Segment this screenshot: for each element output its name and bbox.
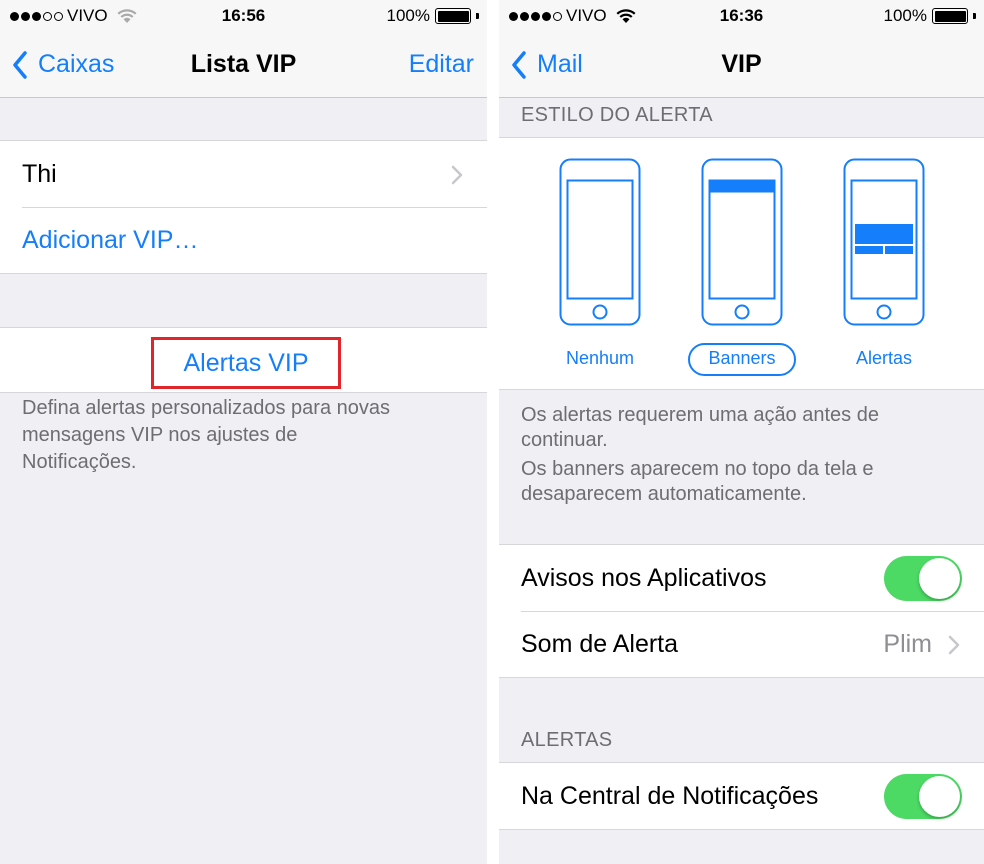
settings-group: Avisos nos Aplicativos Som de Alerta Pli… — [499, 544, 984, 678]
vip-list-screen: VIVO 16:56 100% Caixas Lista VIP Editar … — [0, 0, 487, 864]
chevron-right-icon — [948, 635, 960, 655]
battery-percent: 100% — [883, 6, 927, 25]
alert-style-alerts-icon[interactable] — [843, 158, 925, 326]
add-vip-button[interactable]: Adicionar VIP… — [0, 207, 487, 273]
alert-style-picker: Nenhum Banners Alertas — [499, 137, 984, 390]
notification-center-label: Na Central de Notificações — [521, 781, 819, 810]
note-line: continuar. — [521, 429, 608, 451]
screen-divider — [487, 0, 499, 864]
battery-indicator: 100% — [884, 6, 976, 26]
battery-icon — [435, 8, 471, 24]
page-title: VIP — [721, 50, 762, 78]
list-item[interactable]: Thi — [0, 141, 487, 207]
vip-contacts-group: Thi Adicionar VIP… — [0, 140, 487, 274]
edit-button[interactable]: Editar — [409, 50, 474, 79]
note-alerts: Os alertas requerem uma ação antes de co… — [521, 403, 972, 453]
notification-center-toggle[interactable] — [884, 774, 962, 819]
note-banners: Os banners aparecem no topo da tela e de… — [521, 457, 972, 507]
battery-percent: 100% — [386, 6, 430, 25]
status-bar: VIVO 16:56 100% — [0, 0, 487, 32]
alert-style-header: ESTILO DO ALERTA — [521, 104, 713, 126]
alert-sound-value: Plim — [883, 630, 932, 658]
battery-tip — [973, 13, 976, 19]
battery-indicator: 100% — [387, 6, 479, 26]
note-line: Os banners aparecem no topo da tela e — [521, 458, 874, 480]
alert-sound-label: Som de Alerta — [521, 629, 679, 658]
vip-alerts-footnote: Defina alertas personalizados para novas… — [22, 395, 475, 476]
notification-center-row: Na Central de Notificações — [499, 763, 984, 829]
note-line: desaparecem automaticamente. — [521, 483, 807, 505]
in-app-alerts-row: Avisos nos Aplicativos — [499, 545, 984, 611]
alert-sound-row[interactable]: Som de Alerta Plim — [499, 611, 984, 677]
battery-tip — [476, 13, 479, 19]
footnote-line: Notificações. — [22, 451, 137, 473]
notification-center-group: Na Central de Notificações — [499, 762, 984, 830]
battery-icon — [932, 8, 968, 24]
chevron-right-icon — [451, 165, 463, 185]
in-app-alerts-toggle[interactable] — [884, 556, 962, 601]
vip-alerts-label: Alertas VIP — [183, 348, 309, 377]
alert-style-banners-label[interactable]: Banners — [687, 348, 797, 369]
vip-alerts-button[interactable]: Alertas VIP — [151, 337, 341, 389]
alert-style-none-label[interactable]: Nenhum — [545, 348, 655, 369]
note-line: Os alertas requerem uma ação antes de — [521, 404, 879, 426]
add-vip-label: Adicionar VIP… — [22, 225, 199, 254]
navigation-bar: Caixas Lista VIP Editar — [0, 32, 487, 98]
alerts-section-header: ALERTAS — [521, 729, 613, 751]
vip-contact-name: Thi — [22, 159, 57, 188]
alert-style-banners-icon[interactable] — [701, 158, 783, 326]
footnote-line: Defina alertas personalizados para novas — [22, 397, 390, 419]
status-bar: VIVO 16:36 100% — [499, 0, 984, 32]
alert-style-alerts-label[interactable]: Alertas — [829, 348, 939, 369]
alert-style-none-icon[interactable] — [559, 158, 641, 326]
vip-settings-screen: VIVO 16:36 100% Mail VIP ESTILO DO ALERT… — [499, 0, 984, 864]
in-app-alerts-label: Avisos nos Aplicativos — [521, 563, 767, 592]
navigation-bar: Mail VIP — [499, 32, 984, 98]
alert-style-notes: Os alertas requerem uma ação antes de co… — [521, 403, 972, 507]
footnote-line: mensagens VIP nos ajustes de — [22, 424, 298, 446]
